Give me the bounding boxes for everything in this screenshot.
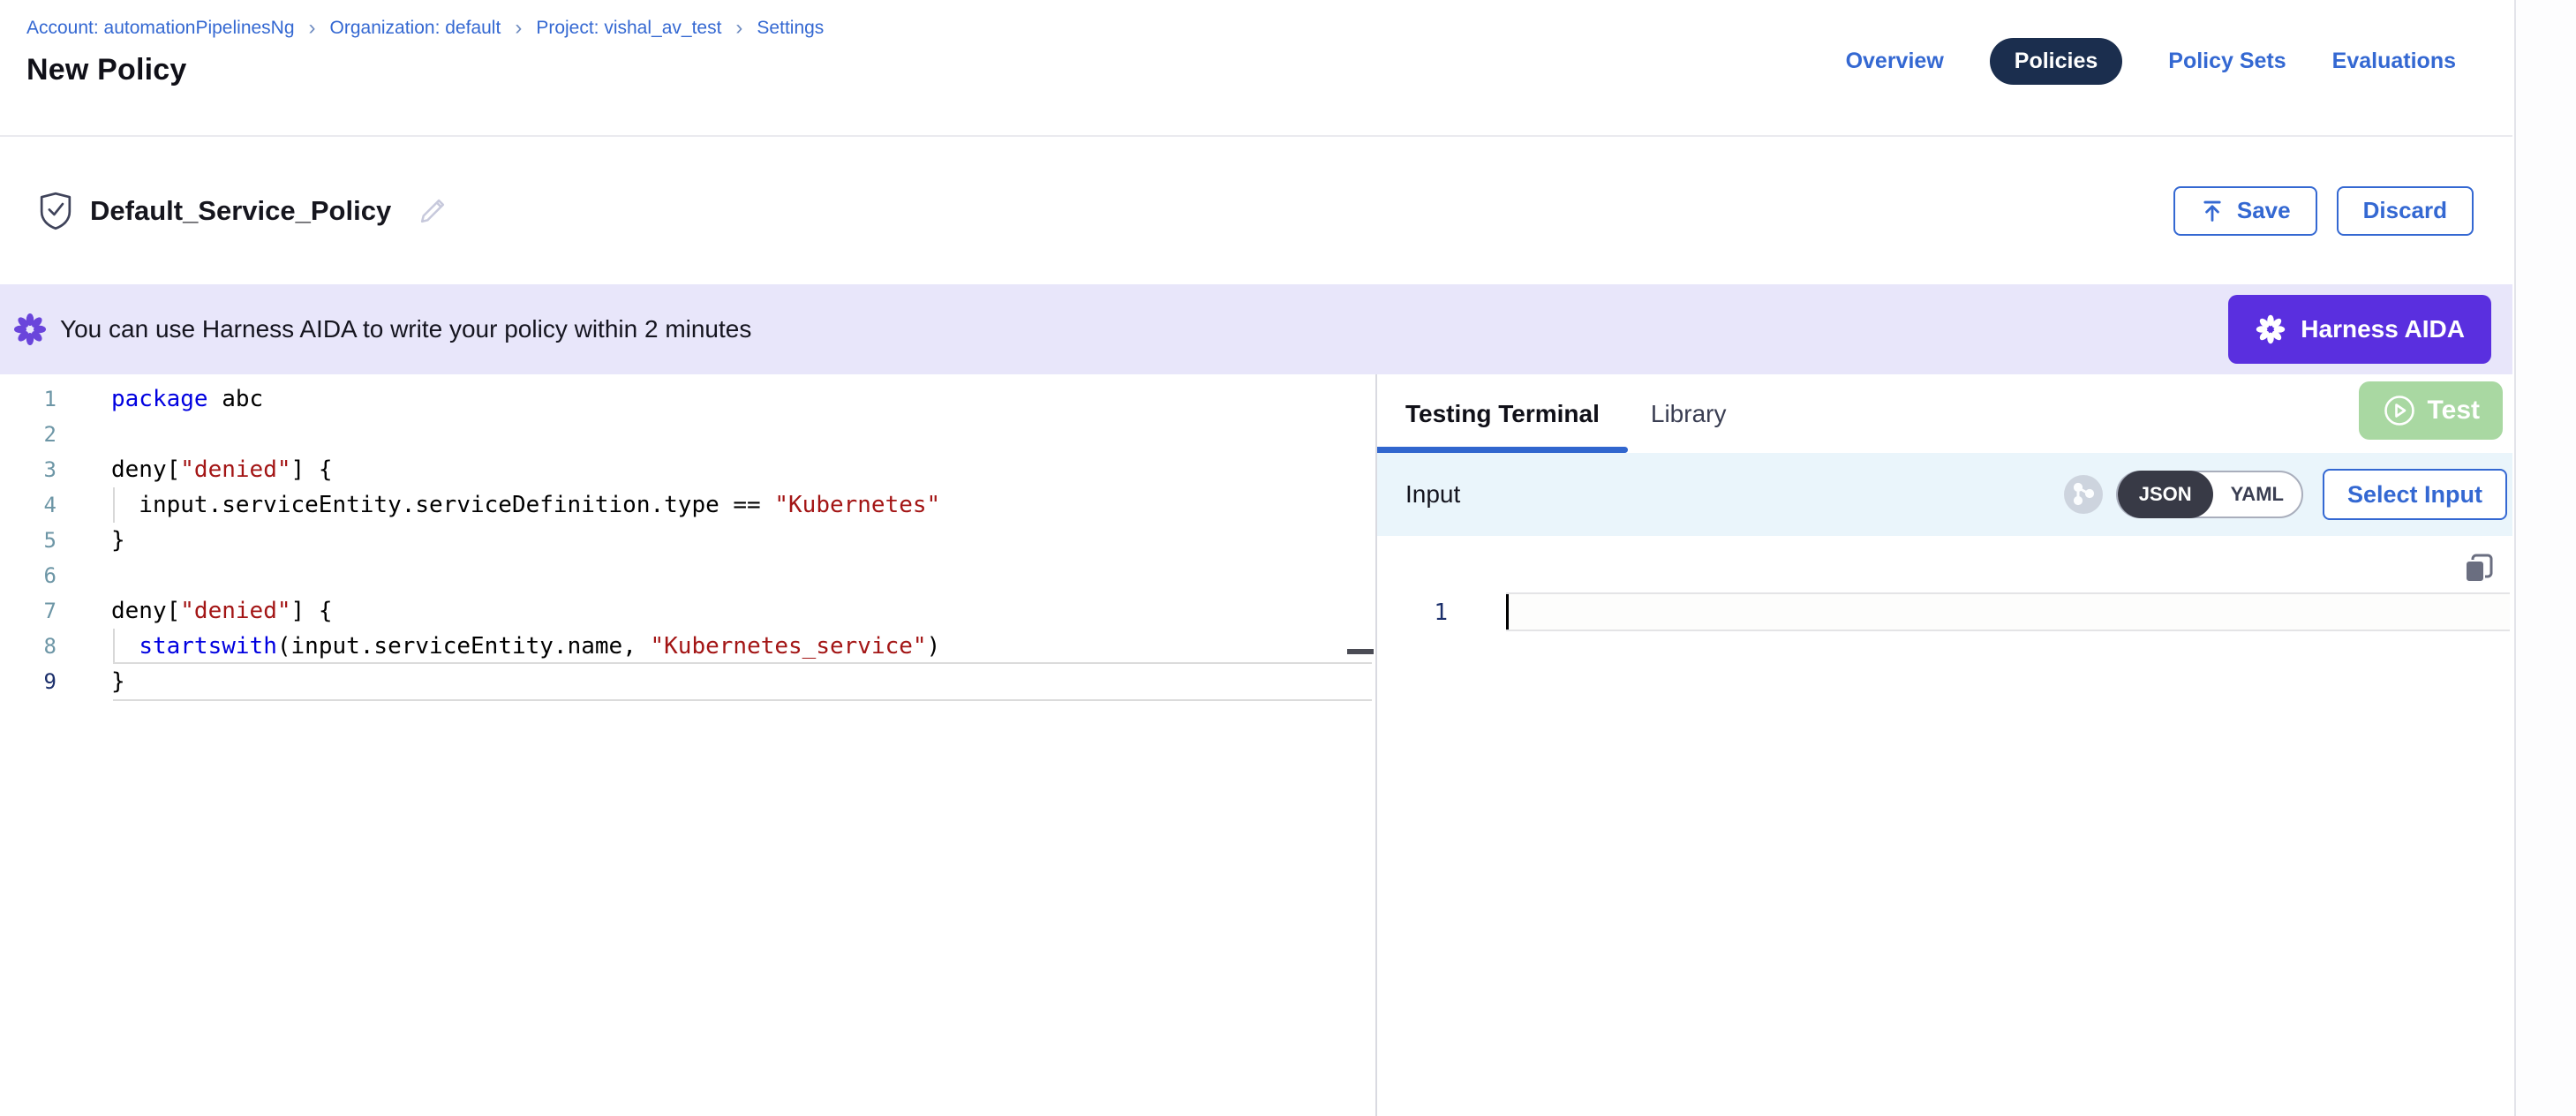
main-area: Account: automationPipelinesNg › Organizat… bbox=[0, 0, 2512, 1116]
breadcrumb: Account: automationPipelinesNg › Organizat… bbox=[26, 18, 2512, 39]
input-current-line[interactable] bbox=[1506, 592, 2510, 631]
code-line[interactable]: 8 startswith(input.serviceEntity.name, "… bbox=[0, 629, 1375, 664]
fork-icon bbox=[2063, 474, 2104, 515]
code-text: } bbox=[111, 527, 125, 554]
test-button[interactable]: Test bbox=[2359, 381, 2503, 440]
content-area: 1 package abc 2 3 deny["denied"] { 4 input.se… bbox=[0, 374, 2512, 1116]
active-tab-underline bbox=[1377, 447, 1628, 453]
code-line[interactable]: 9} bbox=[0, 664, 1375, 699]
harness-aida-button[interactable]: Harness AIDA bbox=[2228, 295, 2491, 364]
tab-library[interactable]: Library bbox=[1651, 400, 1727, 428]
indent-guide bbox=[113, 629, 115, 664]
aida-flower-icon bbox=[12, 312, 48, 347]
play-icon bbox=[2382, 393, 2417, 428]
testing-terminal-panel: Testing Terminal Library Test Input bbox=[1377, 374, 2512, 1116]
tab-evaluations[interactable]: Evaluations bbox=[2332, 49, 2456, 74]
aida-banner: You can use Harness AIDA to write your p… bbox=[0, 284, 2512, 374]
input-line-number: 1 bbox=[1377, 599, 1448, 626]
format-option-yaml[interactable]: YAML bbox=[2213, 471, 2301, 518]
discard-label: Discard bbox=[2363, 197, 2447, 224]
test-label: Test bbox=[2428, 396, 2480, 426]
policy-editor-page: Account: automationPipelinesNg › Organizat… bbox=[0, 0, 2576, 1116]
terminal-tab-list: Testing Terminal Library bbox=[1405, 400, 1726, 428]
breadcrumb-separator: › bbox=[735, 18, 742, 39]
line-number: 9 bbox=[0, 669, 56, 694]
overview-ruler-cursor-mark bbox=[1347, 649, 1374, 654]
banner-message: You can use Harness AIDA to write your p… bbox=[60, 315, 751, 343]
text-cursor bbox=[1506, 594, 1509, 630]
line-number: 8 bbox=[0, 634, 56, 659]
tab-overview[interactable]: Overview bbox=[1846, 49, 1944, 74]
breadcrumb-item[interactable]: Organization: default bbox=[330, 18, 501, 39]
line-number: 5 bbox=[0, 528, 56, 553]
code-lines: 1 package abc 2 3 deny["denied"] { 4 input.se… bbox=[0, 381, 1375, 699]
code-text: deny["denied"] { bbox=[111, 598, 332, 624]
pencil-icon[interactable] bbox=[416, 194, 449, 228]
module-tabs: Overview Policies Policy Sets Evaluations bbox=[1846, 37, 2456, 85]
code-line[interactable]: 4 input.serviceEntity.serviceDefinition.… bbox=[0, 487, 1375, 523]
indent-guide bbox=[113, 487, 115, 523]
tab-testing-terminal[interactable]: Testing Terminal bbox=[1405, 400, 1600, 428]
code-text: package abc bbox=[111, 386, 263, 412]
breadcrumb-item[interactable]: Project: vishal_av_test bbox=[536, 18, 721, 39]
tab-policy-sets[interactable]: Policy Sets bbox=[2168, 49, 2286, 74]
copy-icon[interactable] bbox=[2461, 550, 2497, 585]
right-rail bbox=[2514, 0, 2576, 1116]
format-option-json[interactable]: JSON bbox=[2118, 471, 2213, 518]
code-text: } bbox=[111, 668, 125, 695]
code-line[interactable]: 2 bbox=[0, 417, 1375, 452]
code-line[interactable]: 7 deny["denied"] { bbox=[0, 593, 1375, 629]
line-number: 3 bbox=[0, 457, 56, 482]
policy-code-editor[interactable]: 1 package abc 2 3 deny["denied"] { 4 input.se… bbox=[0, 374, 1377, 1116]
upload-icon bbox=[2200, 199, 2225, 223]
save-button[interactable]: Save bbox=[2173, 186, 2317, 236]
policy-identity: Default_Service_Policy bbox=[39, 192, 449, 230]
line-number: 2 bbox=[0, 422, 56, 447]
line-number: 6 bbox=[0, 563, 56, 588]
input-editor[interactable]: 1 bbox=[1377, 536, 2512, 1116]
code-text: deny["denied"] { bbox=[111, 456, 332, 483]
terminal-tabs: Testing Terminal Library Test bbox=[1377, 374, 2512, 453]
breadcrumb-separator: › bbox=[309, 18, 316, 39]
code-text: startswith(input.serviceEntity.name, "Ku… bbox=[111, 633, 940, 660]
format-toggle: JSONYAML bbox=[2116, 471, 2303, 518]
policy-toolbar: Default_Service_Policy Sav bbox=[0, 137, 2512, 284]
input-section-label: Input bbox=[1405, 480, 1460, 509]
shield-check-icon bbox=[39, 192, 72, 230]
line-number: 1 bbox=[0, 387, 56, 411]
line-number: 7 bbox=[0, 599, 56, 623]
breadcrumb-separator: › bbox=[515, 18, 522, 39]
policy-name: Default_Service_Policy bbox=[90, 195, 391, 227]
current-line-highlight bbox=[113, 662, 1372, 701]
code-text: input.serviceEntity.serviceDefinition.ty… bbox=[111, 492, 940, 518]
tab-policies[interactable]: Policies bbox=[1990, 38, 2123, 85]
input-bar: Input bbox=[1377, 453, 2512, 536]
save-label: Save bbox=[2237, 197, 2291, 224]
code-line[interactable]: 3 deny["denied"] { bbox=[0, 452, 1375, 487]
select-input-button[interactable]: Select Input bbox=[2323, 469, 2507, 520]
aida-flower-icon-white bbox=[2255, 313, 2286, 345]
breadcrumb-item[interactable]: Settings bbox=[757, 18, 824, 39]
code-line[interactable]: 6 bbox=[0, 558, 1375, 593]
code-line[interactable]: 5} bbox=[0, 523, 1375, 558]
line-number: 4 bbox=[0, 493, 56, 517]
page-header: Account: automationPipelinesNg › Organizat… bbox=[0, 0, 2512, 137]
breadcrumb-item[interactable]: Account: automationPipelinesNg bbox=[26, 18, 295, 39]
discard-button[interactable]: Discard bbox=[2337, 186, 2474, 236]
code-line[interactable]: 1 package abc bbox=[0, 381, 1375, 417]
harness-aida-label: Harness AIDA bbox=[2301, 315, 2465, 343]
